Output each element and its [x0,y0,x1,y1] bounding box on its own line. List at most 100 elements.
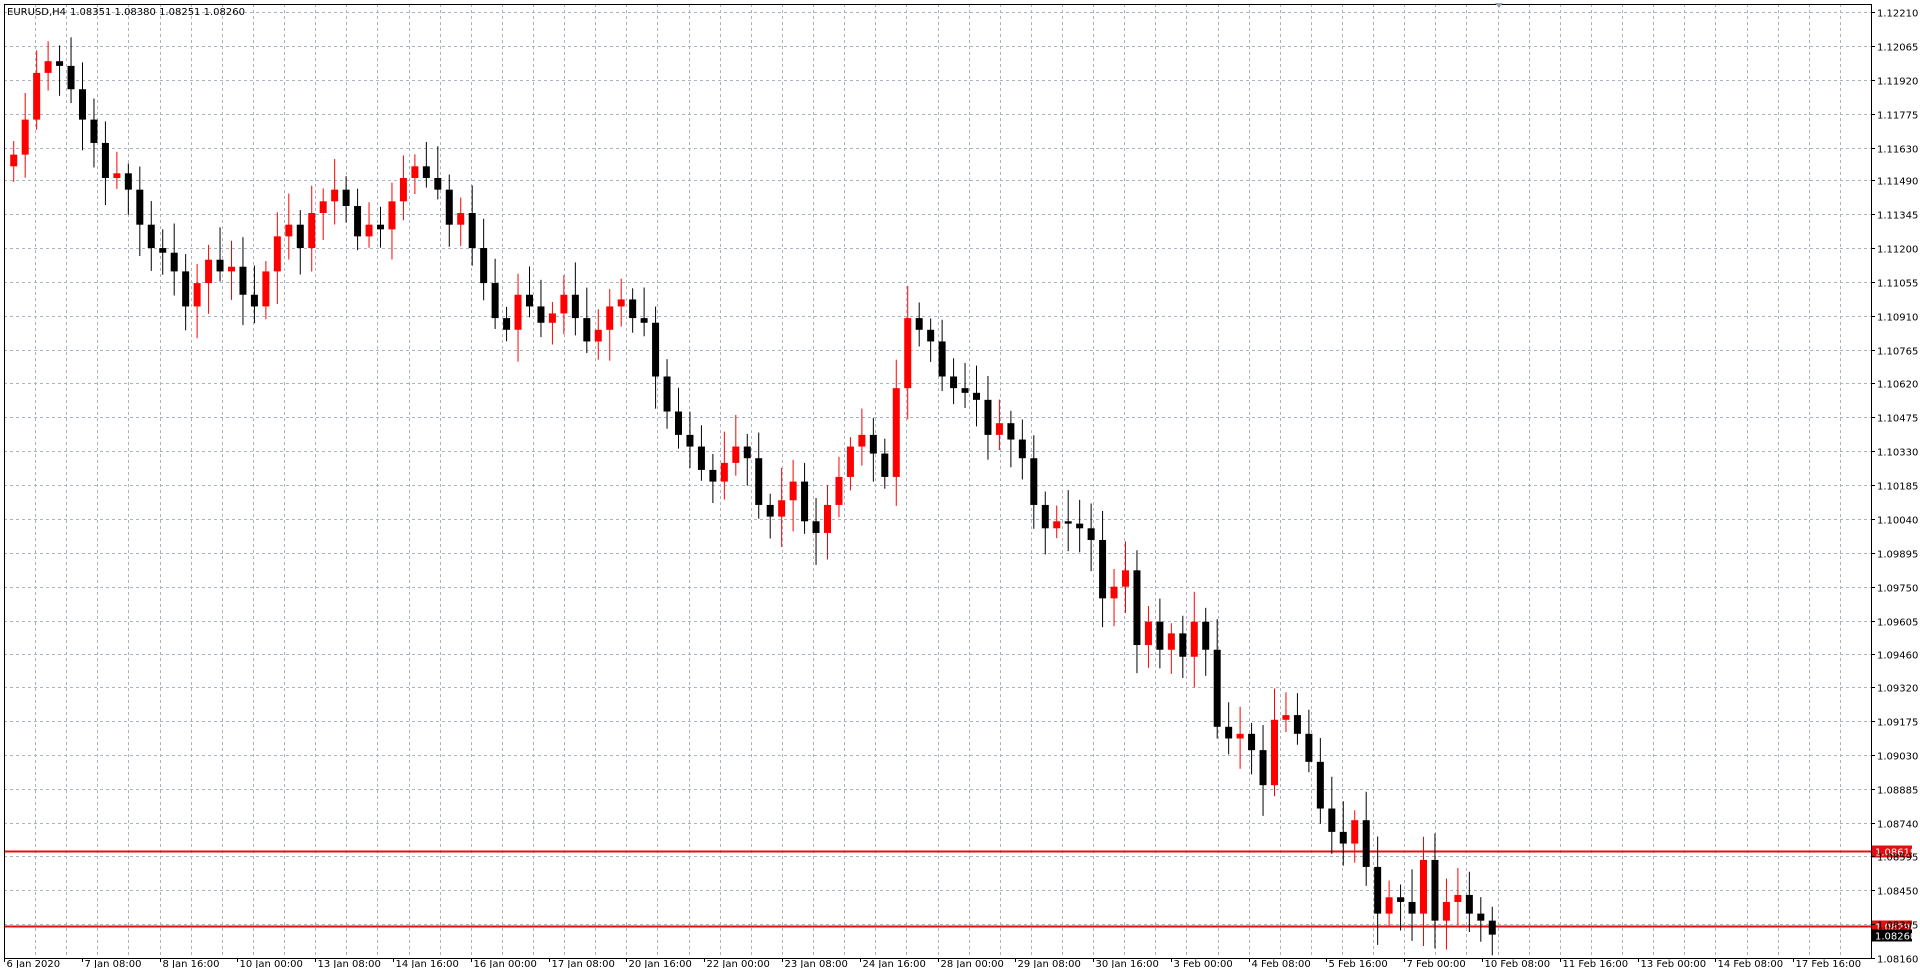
candle-body [915,318,923,330]
candle-body [732,446,740,463]
y-axis-tick-label: 1.10620 [1877,380,1918,391]
candle-body [904,318,912,389]
candle-body [526,294,533,307]
candle-body [1271,719,1278,786]
candle-body [1293,715,1301,734]
candle-body [377,224,384,230]
candle-body [1316,761,1324,809]
candle-body [1236,733,1244,739]
candle-body [548,313,556,323]
candle-body [1408,901,1416,914]
x-axis-tick-label: 3 Feb 00:00 [1174,959,1233,968]
candle-body [709,469,717,482]
candle-body [1030,458,1038,505]
candle-body [801,481,809,522]
candle-body [468,213,476,249]
candle-body [67,65,75,90]
candle-body [422,166,430,178]
x-axis-tick-label: 16 Jan 00:00 [474,959,537,968]
x-axis-tick-label: 4 Feb 08:00 [1252,959,1311,968]
candle-body [720,462,728,482]
candle-body [285,224,293,237]
candle-body [1420,859,1427,914]
candle-body [33,72,41,120]
candle-body [1179,633,1187,657]
candle-body [697,446,705,470]
x-axis-tick-label: 24 Jan 16:00 [863,959,926,968]
candle-body [1099,539,1107,599]
x-axis-tick-label: 29 Jan 08:00 [1018,959,1081,968]
y-axis-tick-label: 1.10330 [1877,448,1918,459]
candle-body [1076,523,1084,529]
y-axis-tick-label: 1.10910 [1877,313,1918,324]
candle-body [812,521,820,533]
candle-body [480,248,488,284]
y-axis-tick-label: 1.10765 [1877,347,1918,358]
candle-body [193,283,201,307]
candle-body [881,453,889,477]
candle-body [583,318,591,342]
candle-body [950,376,958,389]
y-axis-tick-label: 1.09750 [1877,584,1918,595]
candle-body [514,294,522,330]
y-axis-tick-label: 1.08595 [1877,853,1918,864]
y-axis-tick-label: 1.09175 [1877,718,1918,729]
candle-body [250,294,258,307]
ohlc-readout: 1.08351 1.08380 1.08251 1.08260 [70,7,245,18]
x-axis-tick-label: 13 Jan 08:00 [318,959,381,968]
candle-body [663,376,671,412]
chart-canvas[interactable]: 1.086191.08296 1.122101.120651.119201.11… [0,0,1920,970]
candle-body [1282,715,1290,720]
y-axis-tick-label: 1.09895 [1877,550,1918,561]
candle-body [1248,733,1256,751]
candle-body [1167,633,1175,650]
y-axis-tick-label: 1.11775 [1877,111,1918,122]
candle-body [147,224,155,249]
candle-body [1225,726,1233,739]
candle-body [1488,920,1496,935]
candle-body [1018,439,1026,459]
candle-body [365,224,373,237]
candle-body [113,173,121,178]
candle-body [1339,831,1347,844]
candle-body [995,423,1003,435]
candle-body [1397,897,1405,902]
candle-body [44,61,52,73]
candle-body [1190,621,1198,657]
x-axis-tick-label: 20 Jan 16:00 [629,959,692,968]
candle-body [846,446,854,477]
candle-body [90,119,98,143]
candle-body [858,434,866,447]
candle-body [571,294,579,319]
y-axis-tick-label: 1.08450 [1877,887,1918,898]
x-axis-tick-label: 6 Jan 2020 [7,959,61,968]
candle-body [1351,820,1359,844]
x-axis-tick-label: 10 Feb 08:00 [1485,959,1551,968]
candle-body [1144,621,1152,646]
candle-body [228,266,235,272]
candle-body [21,119,29,155]
candle-body [10,154,18,167]
candle-body [1156,621,1164,650]
current-price-label: 1.08260 [1875,932,1916,943]
candle-body [205,259,213,284]
y-axis-tick-label: 1.08740 [1877,820,1918,831]
candle-body [182,271,190,307]
candle-body [457,213,465,225]
x-axis-tick-label: 17 Feb 16:00 [1796,959,1862,968]
candle-body [927,329,935,342]
candle-body [824,504,831,533]
x-axis-tick-label: 23 Jan 08:00 [785,959,848,968]
candle-body [1374,866,1382,914]
y-axis-tick-label: 1.10185 [1877,482,1918,493]
x-axis-tick-label: 7 Feb 00:00 [1407,959,1466,968]
candle-body [1465,894,1473,914]
price-chart[interactable]: 1.08619 1.08296 1.12210 1.12065 1.11920 1.11… [0,0,1920,970]
candle-body [1328,808,1336,832]
candle-body [262,271,270,307]
candle-body [308,213,316,249]
candle-body [491,283,499,319]
candle-body [239,266,247,295]
candle-body [617,299,625,307]
candle-body [1202,621,1210,650]
